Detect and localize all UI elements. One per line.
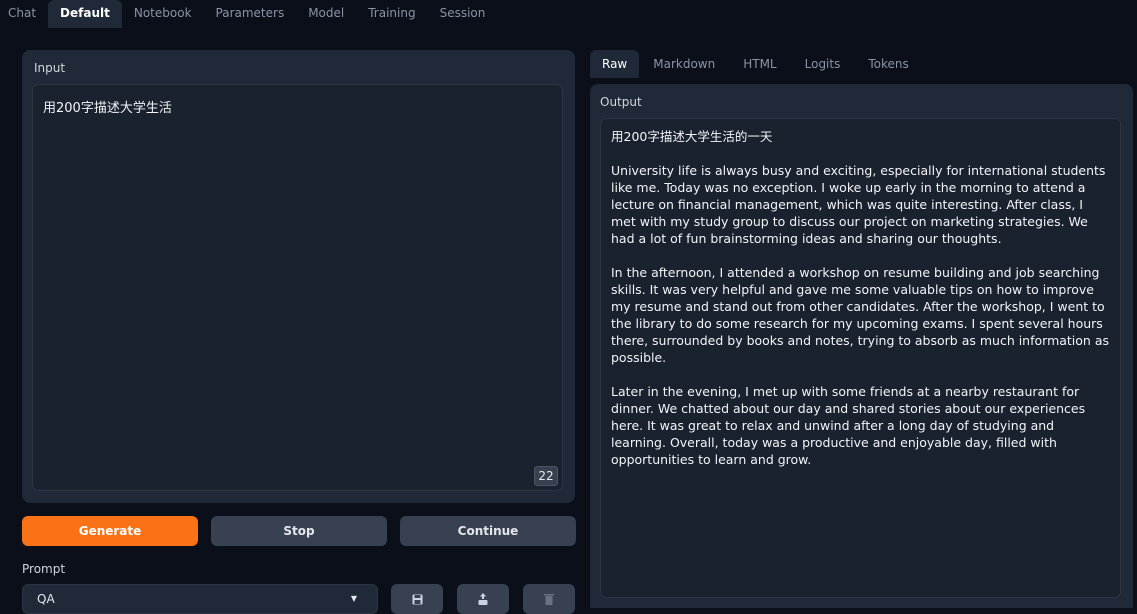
input-textarea[interactable]: 用200字描述大学生活 22 xyxy=(32,84,563,491)
prompt-selected-value: QA xyxy=(37,592,55,606)
tab-model[interactable]: Model xyxy=(296,0,356,28)
tab-notebook[interactable]: Notebook xyxy=(122,0,204,28)
load-prompt-button[interactable] xyxy=(457,584,509,614)
chevron-down-icon: ▼ xyxy=(350,594,357,603)
tab-training[interactable]: Training xyxy=(356,0,427,28)
tab-parameters[interactable]: Parameters xyxy=(204,0,297,28)
tab-tokens[interactable]: Tokens xyxy=(854,50,922,78)
tab-logits[interactable]: Logits xyxy=(791,50,855,78)
input-label: Input xyxy=(34,61,66,75)
output-paragraph: University life is always busy and excit… xyxy=(611,163,1106,246)
tab-session[interactable]: Session xyxy=(428,0,498,28)
main-tabs: Chat Default Notebook Parameters Model T… xyxy=(0,0,497,28)
tab-chat[interactable]: Chat xyxy=(0,0,48,28)
top-bar: Chat Default Notebook Parameters Model T… xyxy=(0,0,1137,28)
upload-icon xyxy=(478,593,488,605)
tab-markdown[interactable]: Markdown xyxy=(639,50,729,78)
prompt-label: Prompt xyxy=(22,562,66,576)
save-prompt-button[interactable] xyxy=(391,584,443,614)
token-count-badge: 22 xyxy=(534,466,558,486)
output-label: Output xyxy=(600,95,642,109)
delete-prompt-button[interactable] xyxy=(523,584,575,614)
stop-button[interactable]: Stop xyxy=(211,516,387,546)
delete-icon xyxy=(544,593,554,605)
output-panel: Output 用200字描述大学生活的一天 University life is… xyxy=(590,84,1133,608)
continue-button[interactable]: Continue xyxy=(400,516,576,546)
output-textarea[interactable]: 用200字描述大学生活的一天 University life is always… xyxy=(600,118,1121,598)
output-tabs: Raw Markdown HTML Logits Tokens xyxy=(590,50,923,78)
tab-raw[interactable]: Raw xyxy=(590,50,640,78)
output-paragraph: 用200字描述大学生活的一天 xyxy=(611,129,773,144)
output-paragraph: Later in the evening, I met up with some… xyxy=(611,384,1086,467)
tab-default[interactable]: Default xyxy=(48,0,122,28)
input-panel: Input 用200字描述大学生活 22 xyxy=(22,50,575,503)
input-text: 用200字描述大学生活 xyxy=(43,101,172,116)
prompt-dropdown[interactable]: QA ▼ xyxy=(22,584,378,614)
save-icon xyxy=(412,594,423,605)
generate-button[interactable]: Generate xyxy=(22,516,198,546)
output-paragraph: In the afternoon, I attended a workshop … xyxy=(611,265,1109,365)
tab-html[interactable]: HTML xyxy=(729,50,790,78)
